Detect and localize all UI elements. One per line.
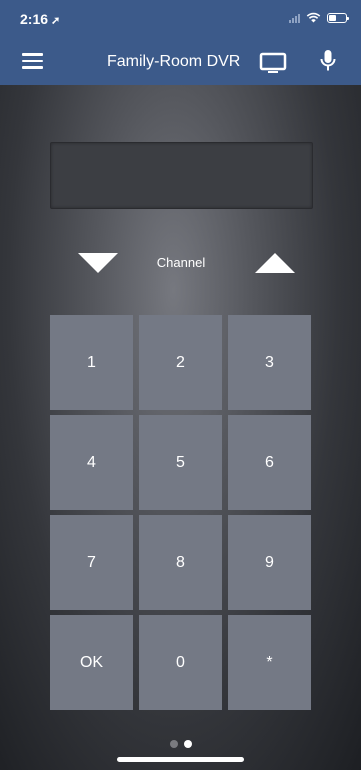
page-dot-active[interactable] (184, 740, 192, 748)
tv-icon[interactable] (259, 52, 287, 74)
channel-down-button[interactable] (78, 253, 118, 273)
key-9[interactable]: 9 (228, 515, 311, 610)
key-0[interactable]: 0 (139, 615, 222, 710)
home-indicator[interactable] (117, 757, 244, 762)
location-arrow-icon: ➚ (51, 15, 61, 27)
hamburger-menu-icon[interactable] (22, 53, 43, 69)
key-star[interactable]: * (228, 615, 311, 710)
channel-label: Channel (156, 255, 206, 270)
battery-icon (327, 12, 349, 23)
key-3[interactable]: 3 (228, 315, 311, 410)
key-7[interactable]: 7 (50, 515, 133, 610)
page-indicator (170, 740, 192, 748)
key-6[interactable]: 6 (228, 415, 311, 510)
key-8[interactable]: 8 (139, 515, 222, 610)
key-2[interactable]: 2 (139, 315, 222, 410)
channel-display (50, 142, 313, 209)
key-ok[interactable]: OK (50, 615, 133, 710)
wifi-icon (306, 12, 321, 23)
key-5[interactable]: 5 (139, 415, 222, 510)
microphone-icon[interactable] (318, 48, 338, 76)
page-title: Family-Room DVR (107, 53, 241, 70)
key-4[interactable]: 4 (50, 415, 133, 510)
key-1[interactable]: 1 (50, 315, 133, 410)
status-time-text: 2:16 (20, 11, 49, 27)
status-time: 2:16 ➚ (20, 11, 60, 27)
cellular-signal-icon (289, 13, 300, 23)
status-icons (289, 12, 349, 23)
page-dot[interactable] (170, 740, 178, 748)
channel-up-button[interactable] (255, 253, 295, 273)
top-bar: 2:16 ➚ Family-Room DVR (0, 0, 361, 85)
